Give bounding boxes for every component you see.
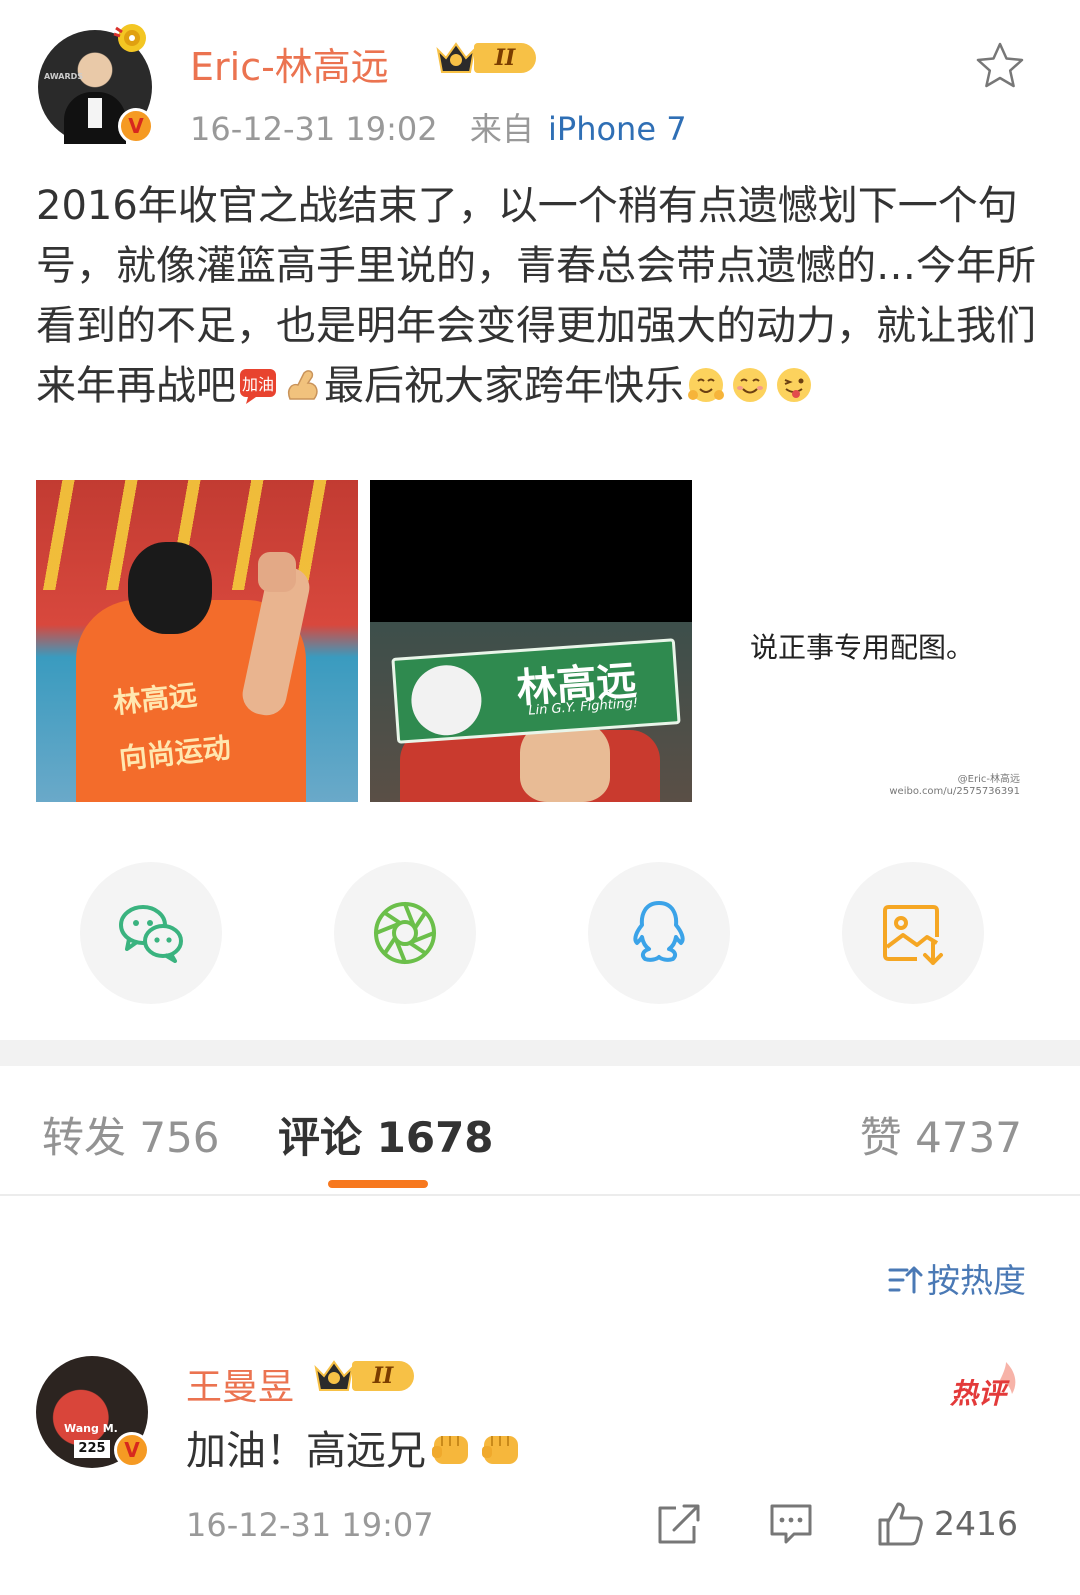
post-timestamp: 16-12-31 19:02: [190, 110, 438, 148]
commenter-verified-badge: V: [114, 1432, 150, 1468]
post-text-part2: 最后祝大家跨年快乐: [324, 363, 684, 409]
sign-cartoon: [409, 662, 484, 738]
comment-text: 加油！高远兄: [186, 1418, 526, 1476]
comment-repost-icon[interactable]: [656, 1500, 702, 1548]
moments-icon: [374, 902, 436, 964]
player-head: [128, 542, 212, 634]
image-watermark: @Eric-林高远 weibo.com/u/2575736391: [889, 774, 1020, 798]
avatar-pendant-icon: [113, 24, 146, 52]
fist-emoji-icon: [482, 1436, 518, 1464]
hot-comment-badge: 热评: [946, 1358, 1022, 1418]
avatar-name-tag: Wang M.: [64, 1422, 118, 1435]
sort-by-hot-button[interactable]: 按热度: [887, 1254, 1026, 1302]
comment-like-button[interactable]: 2416: [876, 1500, 1036, 1548]
watermark-line-1: @Eric-林高远: [957, 774, 1020, 785]
jersey-text: 林高远 向尚运动: [110, 664, 233, 787]
avatar-award-text: AWARDS: [44, 72, 84, 81]
fist-emoji-icon: [432, 1436, 468, 1464]
comment-item: Wang M. 225 V 王曼昱 II 热评 加油！高远兄 16-12-31 …: [0, 1350, 1080, 1595]
qq-icon: [633, 901, 685, 962]
post-source[interactable]: iPhone 7: [548, 110, 687, 148]
hot-label: 热评: [950, 1377, 1007, 1410]
section-divider: [0, 1040, 1080, 1066]
vip-badge[interactable]: II: [434, 38, 536, 78]
post-image-3[interactable]: 说正事专用配图。 @Eric-林高远 weibo.com/u/257573639…: [704, 480, 1026, 802]
commenter-name[interactable]: 王曼昱: [186, 1358, 294, 1410]
post-meta: 16-12-31 19:02 来自 iPhone 7: [190, 104, 687, 150]
share-row: [0, 862, 1080, 1004]
tongue-wink-emoji-icon: [777, 368, 811, 402]
tab-comment[interactable]: 评论 1678: [278, 1104, 494, 1165]
comment-text-body: 加油！高远兄: [186, 1428, 426, 1474]
save-image-icon: [883, 905, 943, 965]
post-image-1[interactable]: 林高远 向尚运动: [36, 480, 358, 802]
verified-badge: V: [118, 108, 154, 144]
share-moments-button[interactable]: [334, 862, 476, 1004]
image-caption: 说正事专用配图。: [750, 631, 975, 664]
share-wechat-button[interactable]: [80, 862, 222, 1004]
smile-emoji-icon: [733, 368, 767, 402]
share-qq-button[interactable]: [588, 862, 730, 1004]
avatar-shirt: [88, 98, 102, 128]
sort-label: 按热度: [927, 1261, 1026, 1300]
thumbs-up-icon: [878, 1502, 923, 1546]
interaction-tabs: 转发 756 评论 1678 赞 4737: [0, 1066, 1080, 1196]
author-name[interactable]: Eric-林高远: [190, 36, 389, 91]
post-images: 林高远 向尚运动 林高远 Lin G.Y. Fighting! 说正事专用配图。…: [36, 480, 1046, 810]
favorite-star-icon[interactable]: [974, 40, 1026, 92]
vip-level: II: [352, 1361, 414, 1391]
watermark-line-2: weibo.com/u/2575736391: [889, 786, 1020, 797]
comment-like-count: 2416: [934, 1504, 1018, 1543]
sort-icon: [888, 1266, 923, 1294]
tab-repost[interactable]: 转发 756: [42, 1104, 220, 1165]
commenter-vip-badge[interactable]: II: [312, 1356, 414, 1396]
player-fist: [258, 552, 296, 592]
svg-text:加油: 加油: [242, 375, 274, 394]
active-tab-indicator: [328, 1180, 428, 1188]
crown-icon: [314, 1360, 354, 1391]
jersey-slogan: 向尚运动: [117, 731, 233, 776]
author-avatar[interactable]: AWARDS V: [38, 24, 154, 144]
post-image-2[interactable]: 林高远 Lin G.Y. Fighting!: [370, 480, 692, 802]
commenter-avatar[interactable]: Wang M. 225 V: [36, 1356, 150, 1468]
muscle-emoji-icon: [287, 370, 318, 400]
save-image-button[interactable]: [842, 862, 984, 1004]
post-header: AWARDS V Eric-林高远 II 16-12-31 19:02 来自 i…: [0, 0, 1080, 160]
comment-reply-icon[interactable]: [768, 1500, 814, 1548]
post-text: 2016年收官之战结束了，以一个稍有点遗憾划下一个句号，就像灌篮高手里说的，青春…: [36, 176, 1036, 416]
crown-icon: [436, 42, 476, 73]
avatar-bib-number: 225: [74, 1440, 110, 1458]
jiayou-sticker-icon: 加油: [240, 369, 276, 404]
post-source-prefix: 来自: [469, 110, 534, 148]
comment-timestamp: 16-12-31 19:07: [186, 1506, 434, 1544]
tab-like[interactable]: 赞 4737: [860, 1104, 1022, 1165]
wechat-icon: [119, 905, 183, 963]
hug-emoji-icon: [688, 368, 724, 402]
vip-level: II: [474, 43, 536, 73]
